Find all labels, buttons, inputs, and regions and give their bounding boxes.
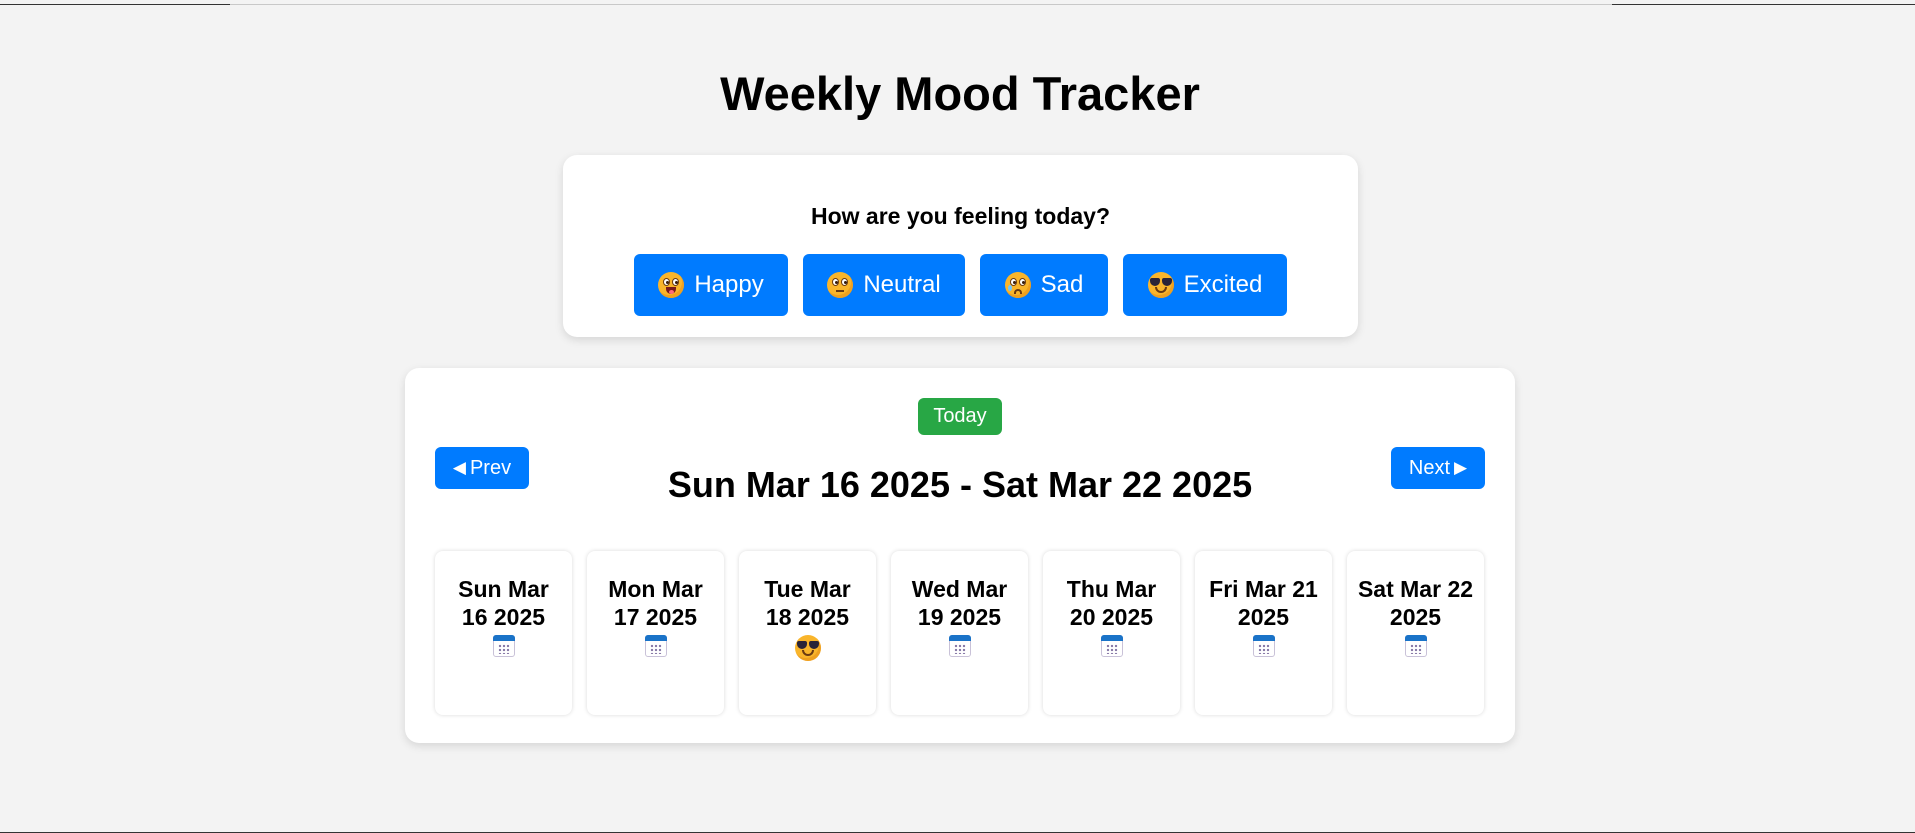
mood-button-label: Excited [1183,271,1263,298]
triangle-right-icon: ▶ [1454,458,1468,477]
week-range-title: Sun Mar 16 2025 - Sat Mar 22 2025 [667,464,1253,505]
mood-button-label: Happy [694,271,764,298]
day-card-sat[interactable]: Sat Mar 22 2025 [1347,551,1484,715]
day-label: Tue Mar 18 2025 [764,576,851,630]
day-card-tue[interactable]: Tue Mar 18 2025 [739,551,876,715]
mood-button-label: Sad [1040,271,1084,298]
grinning-face-icon [658,272,685,298]
mood-button-excited[interactable]: Excited [1123,254,1287,316]
mood-picker-card: How are you feeling today? Happy Neutral… [563,155,1358,337]
day-card-fri[interactable]: Fri Mar 21 2025 [1195,551,1332,715]
mood-button-sad[interactable]: Sad [980,254,1108,316]
sunglasses-face-icon [794,635,821,661]
calendar-icon [644,635,667,657]
calendar-icon [1100,635,1123,657]
day-label: Wed Mar 19 2025 [911,576,1008,630]
calendar-icon [492,635,515,657]
next-week-button[interactable]: Next ▶ [1391,447,1485,489]
day-card-mon[interactable]: Mon Mar 17 2025 [587,551,724,715]
week-view-card: Today ◀ Prev Sun Mar 16 2025 - Sat Mar 2… [405,368,1515,743]
calendar-icon [1404,635,1427,657]
day-label: Sat Mar 22 2025 [1357,576,1474,630]
day-card-wed[interactable]: Wed Mar 19 2025 [891,551,1028,715]
day-card-thu[interactable]: Thu Mar 20 2025 [1043,551,1180,715]
day-label: Sun Mar 16 2025 [458,576,549,630]
mood-button-neutral[interactable]: Neutral [803,254,965,316]
day-label: Fri Mar 21 2025 [1209,576,1318,630]
top-divider-left [0,4,230,5]
today-button[interactable]: Today [918,398,1002,435]
sad-face-icon [1004,272,1031,298]
sunglasses-face-icon [1147,272,1174,298]
page-title: Weekly Mood Tracker [720,67,1200,120]
neutral-face-icon [827,272,854,298]
day-label: Thu Mar 20 2025 [1066,576,1157,630]
mood-question: How are you feeling today? [810,203,1111,229]
mood-button-group: Happy Neutral Sad Excited [563,254,1358,316]
mood-button-label: Neutral [863,271,941,298]
next-button-label: Next [1408,456,1451,479]
day-card-sun[interactable]: Sun Mar 16 2025 [435,551,572,715]
calendar-icon [1252,635,1275,657]
calendar-icon [948,635,971,657]
mood-button-happy[interactable]: Happy [634,254,788,316]
day-label: Mon Mar 17 2025 [608,576,703,630]
top-divider-right [1612,4,1915,5]
